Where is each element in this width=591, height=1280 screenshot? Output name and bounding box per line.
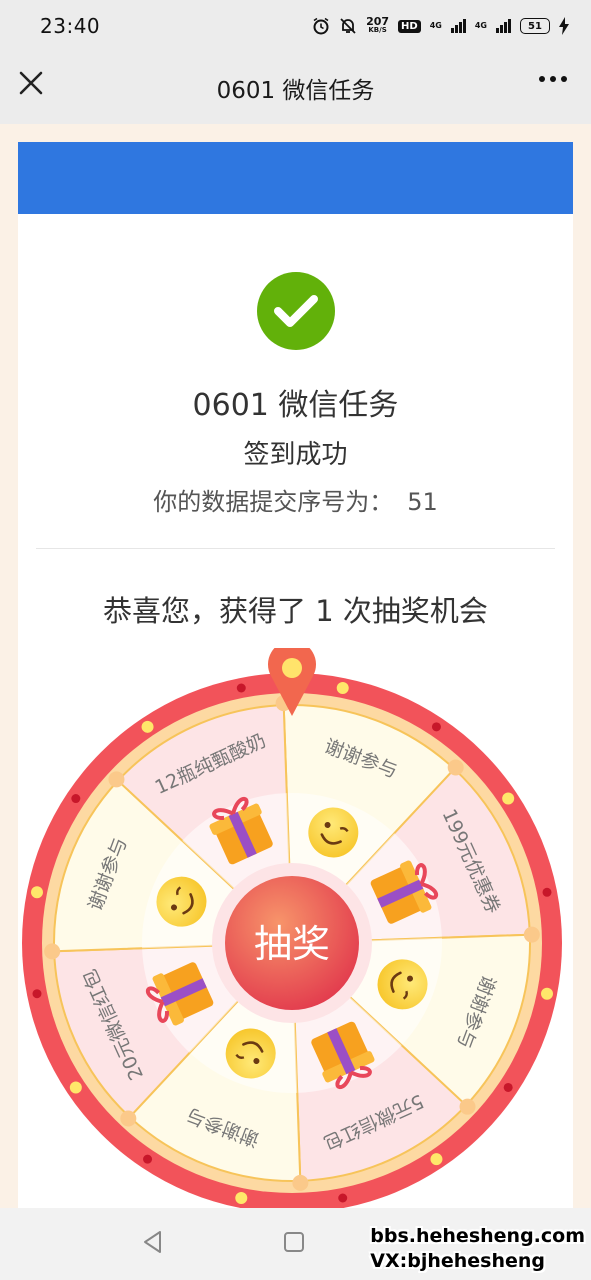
battery-level: 51: [528, 20, 542, 32]
rim-light: [235, 1192, 248, 1205]
serial-row: 你的数据提交序号为： 51: [18, 482, 573, 517]
rim-light: [143, 1154, 153, 1164]
rim-light: [541, 987, 554, 1000]
rim-light: [236, 683, 246, 693]
check-circle-icon: [257, 272, 335, 350]
rim-light: [338, 1193, 348, 1203]
page-title: 0601 微信任务: [216, 78, 375, 104]
prize-wheel: 谢谢参与 199元优惠券 谢谢参与 5元微信红包 谢谢参与 20元微信红包 谢谢参与 12瓶纯…: [22, 648, 582, 1208]
rim-light: [141, 720, 154, 733]
signal-icon: [450, 19, 466, 33]
home-icon[interactable]: [284, 1232, 304, 1252]
rim-light: [71, 794, 81, 804]
title-bar: 0601 微信任务: [0, 52, 591, 124]
battery-icon: 51: [520, 18, 550, 34]
back-icon[interactable]: [142, 1230, 164, 1254]
rim-light: [431, 722, 441, 732]
congrats-text: 恭喜您，获得了 1 次抽奖机会: [103, 594, 488, 628]
alarm-icon: [313, 17, 329, 35]
watermark-line-1: bbs.hehesheng.com: [370, 1225, 585, 1247]
ring-dot: [120, 1110, 137, 1127]
card-banner: [18, 142, 573, 214]
status-icons: 207 KB/S HD 4G 4G 51: [312, 15, 569, 35]
hd-badge: HD: [398, 19, 421, 33]
spin-button-label[interactable]: 抽奖: [254, 922, 330, 966]
charging-icon: [559, 17, 569, 35]
net-label-2: 4G: [474, 21, 487, 30]
ring-dot: [447, 759, 464, 776]
rim-light: [32, 989, 42, 999]
watermark-line-2: VX:bjhehesheng: [370, 1250, 546, 1272]
status-text: 签到成功: [243, 440, 348, 470]
ring-dot: [292, 1174, 309, 1191]
network-speed: 207 KB/S: [366, 15, 390, 35]
net-label-1: 4G: [429, 21, 442, 30]
more-icon[interactable]: [539, 76, 567, 82]
mute-icon: [340, 18, 356, 34]
divider: [36, 548, 555, 549]
rim-light: [430, 1153, 443, 1166]
rim-light: [542, 887, 552, 897]
ring-dot: [459, 1098, 476, 1115]
spin-button[interactable]: 抽奖: [225, 876, 359, 1010]
rim-light: [69, 1081, 82, 1094]
rim-light: [503, 1082, 513, 1092]
ring-dot: [108, 771, 125, 788]
serial-label: 你的数据提交序号为：: [153, 488, 394, 516]
rim-light: [30, 886, 43, 899]
status-time: 23:40: [40, 14, 101, 38]
watermark: bbs.hehesheng.com VX:bjhehesheng: [370, 1224, 585, 1274]
status-bar: 23:40 207 KB/S HD 4G 4G 51: [0, 0, 591, 52]
task-title: 0601 微信任务: [192, 388, 399, 423]
ring-dot: [44, 943, 61, 960]
rim-light: [336, 681, 349, 694]
rim-light: [502, 792, 515, 805]
speed-value: 207: [366, 15, 390, 28]
signal-icon: [496, 19, 511, 33]
serial-value: 51: [407, 488, 438, 516]
close-icon[interactable]: [14, 66, 48, 100]
ring-dot: [523, 926, 540, 943]
prize-wheel-svg: 谢谢参与199元优惠券谢谢参与5元微信红包谢谢参与20元微信红包谢谢参与12瓶纯…: [22, 648, 562, 1208]
speed-unit: KB/S: [368, 26, 387, 34]
